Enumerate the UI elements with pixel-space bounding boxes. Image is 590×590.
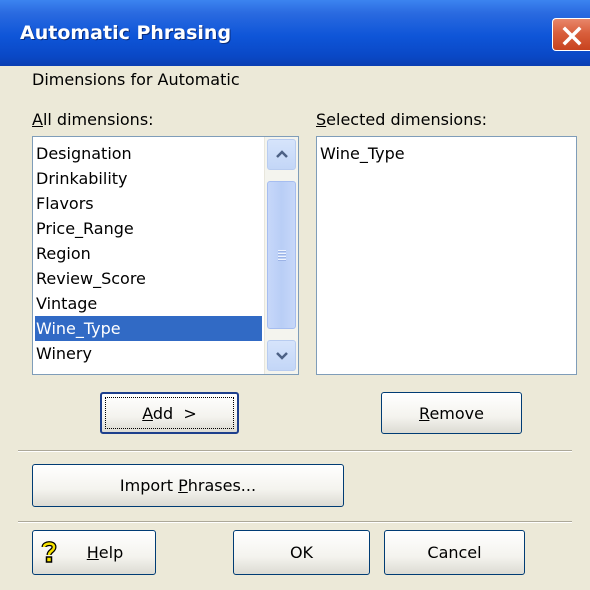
window-title: Automatic Phrasing xyxy=(20,22,232,44)
help-button-label: Help xyxy=(55,543,155,562)
close-button[interactable] xyxy=(552,18,590,51)
selected-dimensions-label: Selected dimensions: xyxy=(316,110,487,129)
list-item-vintage[interactable]: Vintage xyxy=(35,291,97,316)
remove-button-label: Remove xyxy=(382,404,521,423)
list-item-flavors[interactable]: Flavors xyxy=(35,191,94,216)
all-dimensions-mnemonic: A xyxy=(32,110,43,129)
separator xyxy=(18,521,572,523)
remove-button[interactable]: Remove xyxy=(381,392,522,434)
help-button[interactable]: Help xyxy=(32,530,156,575)
close-icon xyxy=(562,26,582,46)
add-mnemonic: A xyxy=(142,404,153,423)
dialog-heading: Dimensions for Automatic xyxy=(32,70,240,89)
selected-dimensions-label-text: elected dimensions: xyxy=(326,110,488,129)
scroll-thumb[interactable] xyxy=(267,181,296,329)
separator xyxy=(18,450,572,452)
scroll-up-button[interactable] xyxy=(267,139,296,170)
list-item-review-score[interactable]: Review_Score xyxy=(35,266,146,291)
list-item-region[interactable]: Region xyxy=(35,241,91,266)
all-dimensions-scrollbar[interactable] xyxy=(264,137,298,374)
chevron-down-icon xyxy=(276,352,288,360)
list-item-wine-type[interactable]: Wine_Type xyxy=(35,316,262,341)
add-button-label: Add > xyxy=(102,404,237,423)
remove-mnemonic: R xyxy=(419,404,430,423)
ok-button-label: OK xyxy=(289,543,314,562)
grip-icon xyxy=(278,250,286,262)
import-mnemonic: P xyxy=(178,476,188,495)
all-dimensions-label: All dimensions: xyxy=(32,110,154,129)
selected-dimensions-mnemonic: S xyxy=(316,110,327,129)
add-label-text: dd > xyxy=(152,404,197,423)
list-item-winery[interactable]: Winery xyxy=(35,341,92,366)
import-phrases-label: Import Phrases... xyxy=(33,476,343,495)
chevron-up-icon xyxy=(276,150,288,158)
all-dimensions-label-text: ll dimensions: xyxy=(42,110,154,129)
list-item-price-range[interactable]: Price_Range xyxy=(35,216,134,241)
selected-dimensions-listbox[interactable]: Wine_Type xyxy=(316,136,577,375)
cancel-button-label: Cancel xyxy=(427,543,482,562)
scroll-down-button[interactable] xyxy=(267,340,296,371)
import-label-text: hrases... xyxy=(187,476,257,495)
list-item-designation[interactable]: Designation xyxy=(35,141,132,166)
help-label-text: elp xyxy=(98,543,124,562)
ok-button[interactable]: OK xyxy=(233,530,370,575)
import-label-prefix: Import xyxy=(119,476,179,495)
all-dimensions-listbox[interactable]: Designation Drinkability Flavors Price_R… xyxy=(32,136,299,375)
selected-item-wine-type[interactable]: Wine_Type xyxy=(319,141,405,166)
import-phrases-button[interactable]: Import Phrases... xyxy=(32,464,344,507)
cancel-button[interactable]: Cancel xyxy=(384,530,525,575)
add-button[interactable]: Add > xyxy=(100,392,239,434)
title-bar: Automatic Phrasing xyxy=(0,0,590,66)
list-item-drinkability[interactable]: Drinkability xyxy=(35,166,128,191)
remove-label-text: emove xyxy=(429,404,484,423)
help-mnemonic: H xyxy=(86,543,99,562)
